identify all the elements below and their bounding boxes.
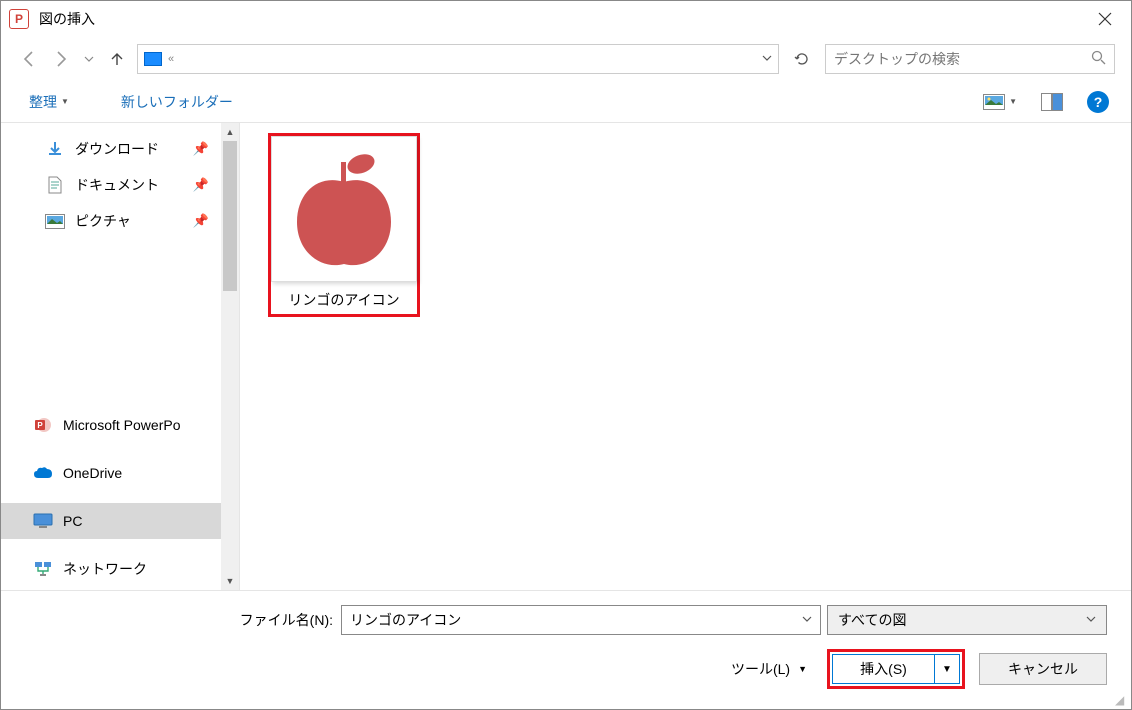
organize-button[interactable]: 整理 ▼ bbox=[23, 88, 75, 116]
view-mode-dropdown[interactable]: ▼ bbox=[1009, 97, 1017, 106]
sidebar-item-downloads[interactable]: ダウンロード 📌 bbox=[1, 131, 221, 167]
insert-button-highlight: 挿入(S) ▼ bbox=[827, 649, 965, 689]
arrow-up-icon bbox=[108, 50, 126, 68]
search-icon bbox=[1091, 50, 1106, 68]
arrow-left-icon bbox=[20, 50, 38, 68]
filename-label: ファイル名(N): bbox=[240, 610, 333, 630]
chevron-down-icon bbox=[1086, 614, 1096, 627]
panes-icon bbox=[1041, 93, 1063, 111]
pin-icon: 📌 bbox=[193, 213, 209, 229]
scroll-down-icon[interactable]: ▼ bbox=[221, 572, 239, 590]
sidebar-item-blank[interactable] bbox=[1, 239, 221, 275]
document-icon bbox=[45, 175, 65, 195]
sidebar-item-label: ピクチャ bbox=[75, 211, 131, 231]
search-input[interactable] bbox=[834, 51, 1091, 67]
sidebar-item-powerpoint[interactable]: P Microsoft PowerPo bbox=[1, 407, 221, 443]
window-title: 図の挿入 bbox=[39, 9, 95, 29]
scroll-thumb[interactable] bbox=[223, 141, 237, 291]
insert-picture-dialog: P 図の挿入 « bbox=[0, 0, 1132, 710]
insert-button[interactable]: 挿入(S) ▼ bbox=[832, 654, 960, 684]
scroll-track[interactable] bbox=[221, 141, 239, 572]
help-button[interactable]: ? bbox=[1087, 91, 1109, 113]
filename-value: リンゴのアイコン bbox=[350, 610, 461, 630]
file-list[interactable]: リンゴのアイコン bbox=[239, 123, 1131, 590]
sidebar-item-blank[interactable] bbox=[1, 311, 221, 347]
network-icon bbox=[33, 559, 53, 579]
resize-grip-icon[interactable]: ◢ bbox=[1115, 693, 1129, 707]
close-button[interactable] bbox=[1079, 1, 1131, 37]
forward-button[interactable] bbox=[49, 47, 73, 71]
sidebar-item-label: Microsoft PowerPo bbox=[63, 417, 180, 433]
tree: ダウンロード 📌 ドキュメント 📌 ピクチャ 📌 bbox=[1, 123, 221, 590]
scroll-up-icon[interactable]: ▲ bbox=[221, 123, 239, 141]
refresh-button[interactable] bbox=[787, 44, 817, 74]
sidebar-item-label: ドキュメント bbox=[75, 175, 159, 195]
up-button[interactable] bbox=[105, 47, 129, 71]
file-item-apple[interactable]: リンゴのアイコン bbox=[268, 133, 420, 317]
powerpoint-icon: P bbox=[33, 415, 53, 435]
picture-icon bbox=[983, 94, 1005, 110]
sidebar-item-network[interactable]: ネットワーク bbox=[1, 551, 221, 587]
view-mode-button[interactable] bbox=[983, 94, 1005, 110]
onedrive-icon bbox=[33, 463, 53, 483]
svg-text:P: P bbox=[37, 421, 43, 430]
insert-button-dropdown[interactable]: ▼ bbox=[935, 664, 959, 675]
file-name-label: リンゴのアイコン bbox=[271, 282, 417, 314]
sidebar-item-label: ネットワーク bbox=[63, 559, 147, 579]
sidebar-item-pictures[interactable]: ピクチャ 📌 bbox=[1, 203, 221, 239]
sidebar-item-documents[interactable]: ドキュメント 📌 bbox=[1, 167, 221, 203]
insert-button-label: 挿入(S) bbox=[833, 655, 935, 683]
pictures-icon bbox=[45, 211, 65, 231]
filter-label: すべての図 bbox=[838, 610, 906, 630]
breadcrumb-chevrons: « bbox=[168, 53, 174, 65]
chevron-down-icon bbox=[84, 54, 94, 64]
sidebar-item-pc[interactable]: PC bbox=[1, 503, 221, 539]
arrow-right-icon bbox=[52, 50, 70, 68]
body-area: ダウンロード 📌 ドキュメント 📌 ピクチャ 📌 bbox=[1, 123, 1131, 590]
bottom-panel: ファイル名(N): リンゴのアイコン すべての図 ツール(L) ▼ 挿入(S) … bbox=[1, 590, 1131, 709]
address-bar[interactable]: « bbox=[137, 44, 779, 74]
navigation-bar: « bbox=[1, 37, 1131, 81]
sidebar-item-blank[interactable] bbox=[1, 275, 221, 311]
chevron-down-icon: ▼ bbox=[61, 97, 69, 106]
back-button[interactable] bbox=[17, 47, 41, 71]
sidebar-item-label: ダウンロード bbox=[75, 139, 159, 159]
cancel-button[interactable]: キャンセル bbox=[979, 653, 1107, 685]
tools-button[interactable]: ツール(L) ▼ bbox=[725, 655, 813, 683]
close-icon bbox=[1098, 12, 1112, 26]
refresh-icon bbox=[794, 51, 810, 67]
navigation-pane: ダウンロード 📌 ドキュメント 📌 ピクチャ 📌 bbox=[1, 123, 239, 590]
preview-pane-button[interactable] bbox=[1041, 93, 1063, 111]
pin-icon: 📌 bbox=[193, 177, 209, 193]
sidebar-item-onedrive[interactable]: OneDrive bbox=[1, 455, 221, 491]
titlebar: P 図の挿入 bbox=[1, 1, 1131, 37]
new-folder-button[interactable]: 新しいフォルダー bbox=[115, 88, 239, 116]
sidebar-scrollbar[interactable]: ▲ ▼ bbox=[221, 123, 239, 590]
apple-icon bbox=[279, 144, 409, 274]
search-box[interactable] bbox=[825, 44, 1115, 74]
powerpoint-app-icon: P bbox=[9, 9, 29, 29]
pc-icon bbox=[33, 511, 53, 531]
sidebar-item-label: OneDrive bbox=[63, 465, 122, 481]
monitor-icon bbox=[144, 52, 162, 66]
sidebar-item-blank[interactable] bbox=[1, 347, 221, 383]
chevron-down-icon[interactable] bbox=[762, 53, 772, 66]
sidebar-item-label: PC bbox=[63, 513, 82, 529]
download-icon bbox=[45, 139, 65, 159]
chevron-down-icon: ▼ bbox=[798, 664, 807, 674]
file-type-filter[interactable]: すべての図 bbox=[827, 605, 1107, 635]
recent-locations-button[interactable] bbox=[81, 47, 97, 71]
pin-icon: 📌 bbox=[193, 141, 209, 157]
filename-input[interactable]: リンゴのアイコン bbox=[341, 605, 821, 635]
file-thumbnail bbox=[271, 136, 417, 282]
chevron-down-icon[interactable] bbox=[802, 614, 812, 627]
toolbar: 整理 ▼ 新しいフォルダー ▼ ? bbox=[1, 81, 1131, 123]
